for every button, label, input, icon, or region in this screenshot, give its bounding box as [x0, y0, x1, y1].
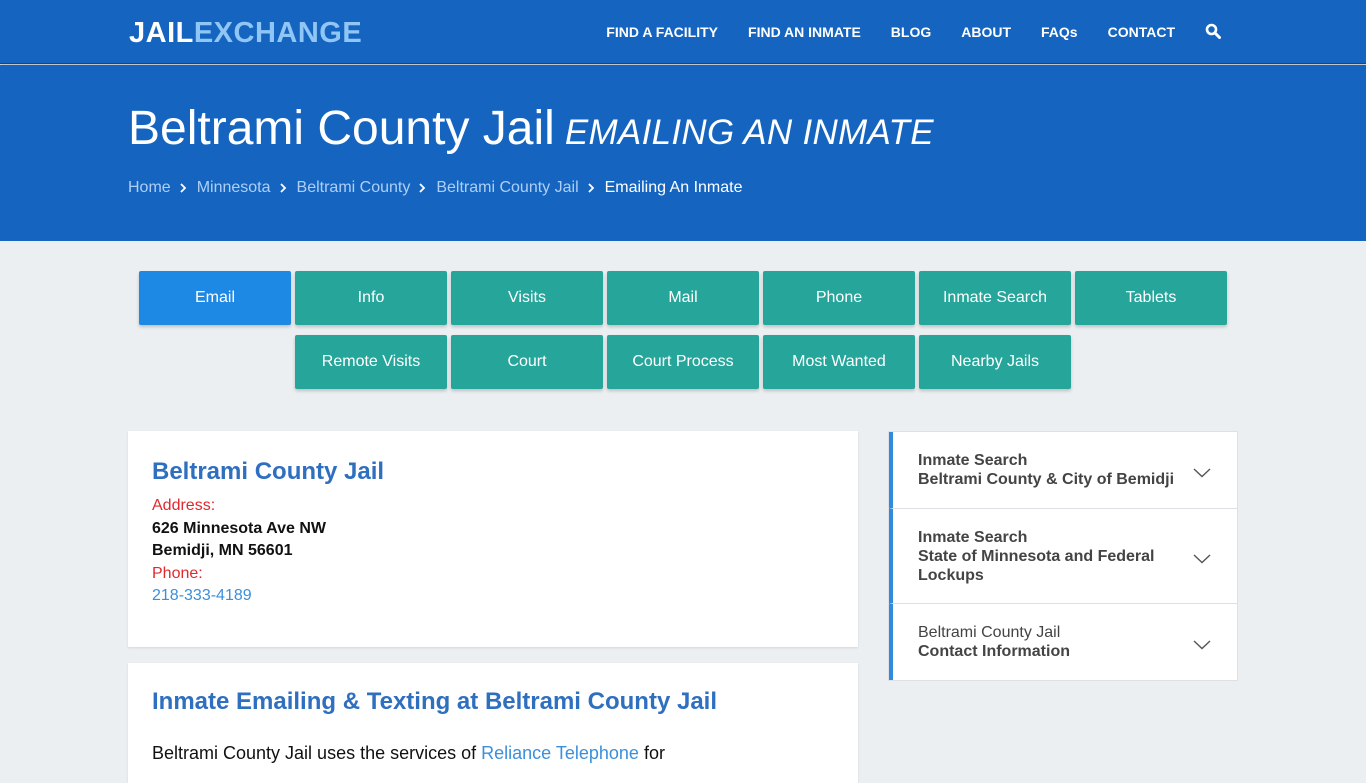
page-title: Beltrami County Jail EMAILING AN INMATE: [128, 101, 934, 156]
tab-visits[interactable]: Visits: [451, 271, 603, 325]
nav-find-facility[interactable]: FIND A FACILITY: [606, 24, 718, 40]
address-label: Address:: [152, 497, 216, 514]
chevron-down-icon[interactable]: [1193, 465, 1211, 478]
search-icon[interactable]: [1205, 23, 1223, 41]
site-logo[interactable]: JAILEXCHANGE: [129, 17, 362, 50]
breadcrumb-state[interactable]: Minnesota: [197, 179, 271, 197]
email-description: Beltrami County Jail uses the services o…: [152, 743, 665, 764]
email-section-title: Inmate Emailing & Texting at Beltrami Co…: [152, 688, 717, 715]
accordion-item-contact-info[interactable]: Beltrami County Jail Contact Information: [889, 604, 1237, 680]
chevron-right-icon: [418, 182, 428, 194]
description-text-after: for: [638, 743, 665, 763]
address-line-2: Bemidji, MN 56601: [152, 542, 293, 559]
chevron-right-icon: [587, 182, 597, 194]
tab-phone[interactable]: Phone: [763, 271, 915, 325]
tab-mail[interactable]: Mail: [607, 271, 759, 325]
accordion-item-state-inmate-search[interactable]: Inmate Search State of Minnesota and Fed…: [889, 509, 1237, 604]
tab-tablets[interactable]: Tablets: [1075, 271, 1227, 325]
nav-contact[interactable]: CONTACT: [1108, 24, 1175, 40]
top-navbar: JAILEXCHANGE FIND A FACILITY FIND AN INM…: [0, 0, 1366, 64]
breadcrumb-county[interactable]: Beltrami County: [297, 179, 411, 197]
chevron-right-icon: [179, 182, 189, 194]
description-text-before: Beltrami County Jail uses the services o…: [152, 743, 482, 763]
logo-part-exchange: EXCHANGE: [193, 17, 363, 49]
provider-link[interactable]: Reliance Telephone: [481, 743, 639, 763]
accordion-item-line: Inmate Search: [918, 452, 1028, 469]
accordion-item-line: State of Minnesota and Federal: [918, 547, 1155, 565]
nav-find-inmate[interactable]: FIND AN INMATE: [748, 24, 861, 40]
sidebar-accordion: Inmate Search Beltrami County & City of …: [888, 431, 1238, 681]
accordion-item-county-inmate-search[interactable]: Inmate Search Beltrami County & City of …: [889, 432, 1237, 509]
chevron-right-icon: [279, 182, 289, 194]
tab-nearby-jails[interactable]: Nearby Jails: [919, 335, 1071, 389]
tab-most-wanted[interactable]: Most Wanted: [763, 335, 915, 389]
accordion-item-line: Beltrami County & City of Bemidji: [918, 471, 1175, 488]
breadcrumb-current: Emailing An Inmate: [604, 179, 743, 196]
chevron-down-icon[interactable]: [1193, 551, 1211, 564]
tab-court-process[interactable]: Court Process: [607, 335, 759, 389]
breadcrumb: Home Minnesota Beltrami County Beltrami …: [128, 179, 742, 197]
breadcrumb-facility[interactable]: Beltrami County Jail: [436, 179, 578, 197]
tab-remote-visits[interactable]: Remote Visits: [295, 335, 447, 389]
accordion-item-line: Lockups: [918, 566, 984, 584]
tab-info[interactable]: Info: [295, 271, 447, 325]
breadcrumb-home[interactable]: Home: [128, 179, 171, 197]
tab-court[interactable]: Court: [451, 335, 603, 389]
tab-inmate-search[interactable]: Inmate Search: [919, 271, 1071, 325]
page-hero: Beltrami County Jail EMAILING AN INMATE H…: [0, 65, 1366, 241]
nav-about[interactable]: ABOUT: [961, 24, 1011, 40]
address-line-1: 626 Minnesota Ave NW: [152, 520, 326, 537]
nav-blog[interactable]: BLOG: [891, 24, 931, 40]
phone-label: Phone:: [152, 565, 203, 582]
logo-part-jail: JAIL: [129, 17, 194, 49]
accordion-item-line: Beltrami County Jail: [918, 624, 1061, 641]
email-info-card: Inmate Emailing & Texting at Beltrami Co…: [128, 663, 858, 783]
tab-email[interactable]: Email: [139, 271, 291, 325]
page-title-main: Beltrami County Jail: [128, 102, 555, 155]
accordion-item-line: Contact Information: [918, 643, 1070, 660]
facility-info-card: Beltrami County Jail Address: 626 Minnes…: [128, 431, 858, 647]
accordion-item-line: Inmate Search: [918, 528, 1028, 546]
page-title-subtitle: EMAILING AN INMATE: [564, 113, 934, 152]
chevron-down-icon[interactable]: [1193, 637, 1211, 650]
phone-link[interactable]: 218-333-4189: [152, 587, 252, 605]
facility-name: Beltrami County Jail: [152, 458, 385, 485]
main-nav: FIND A FACILITY FIND AN INMATE BLOG ABOU…: [576, 0, 1223, 64]
nav-faqs[interactable]: FAQs: [1041, 24, 1078, 40]
